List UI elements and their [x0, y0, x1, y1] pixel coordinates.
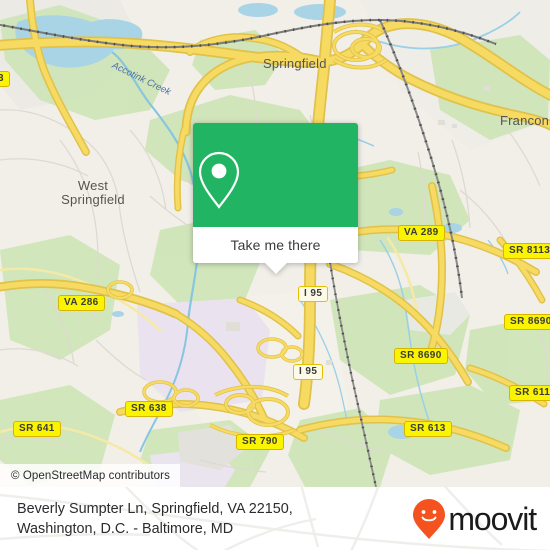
footer-bar: Beverly Sumpter Ln, Springfield, VA 2215… — [0, 487, 550, 550]
attribution-text: © OpenStreetMap contributors — [11, 469, 170, 482]
address-line-2: Washington, D.C. - Baltimore, MD — [17, 520, 234, 537]
shield-sr-613[interactable]: SR 613 — [404, 421, 452, 437]
shield-sr-638[interactable]: SR 638 — [125, 401, 173, 417]
screenshot-root: Springfield West Springfield Francon Acc… — [0, 0, 550, 550]
shield-i-95-north[interactable]: I 95 — [298, 286, 329, 302]
address-text: Beverly Sumpter Ln, Springfield, VA 2215… — [17, 499, 293, 539]
destination-callout-card[interactable]: Take me there — [193, 123, 358, 274]
callout-pointer-tail — [264, 263, 287, 274]
take-me-there-label: Take me there — [230, 237, 321, 253]
moovit-logo[interactable]: moovit — [412, 498, 537, 540]
shield-sr-8113[interactable]: SR 8113 — [503, 243, 550, 259]
shield-i-95-south[interactable]: I 95 — [293, 364, 324, 380]
shield-sr-8690-west[interactable]: SR 8690 — [394, 348, 448, 364]
shield-sr-611[interactable]: SR 611 — [509, 385, 550, 401]
shield-sr-790[interactable]: SR 790 — [236, 434, 284, 450]
map-attribution[interactable]: © OpenStreetMap contributors — [0, 464, 180, 487]
shield-sr-641[interactable]: SR 641 — [13, 421, 61, 437]
shield-va-286[interactable]: VA 286 — [58, 295, 105, 311]
shield-va-289[interactable]: VA 289 — [398, 225, 445, 241]
moovit-pin-icon — [413, 498, 446, 539]
take-me-there-button[interactable]: Take me there — [193, 227, 358, 263]
shield-edge-clipped[interactable]: 3 — [0, 71, 10, 87]
map-canvas[interactable]: Springfield West Springfield Francon Acc… — [0, 0, 550, 487]
shield-sr-8690-east[interactable]: SR 8690 — [504, 314, 550, 330]
moovit-wordmark: moovit — [448, 500, 537, 537]
map-pin-icon — [198, 151, 240, 209]
address-line-1: Beverly Sumpter Ln, Springfield, VA 2215… — [17, 500, 293, 517]
callout-green-panel — [193, 123, 358, 227]
